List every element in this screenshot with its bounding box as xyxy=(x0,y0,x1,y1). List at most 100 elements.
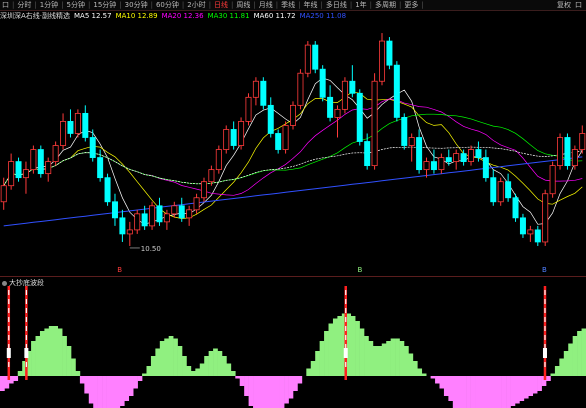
candle[interactable] xyxy=(297,69,304,110)
period-button-5[interactable]: 30分钟 xyxy=(123,0,150,10)
candle[interactable] xyxy=(430,149,437,174)
period-button-8[interactable]: 日线 xyxy=(212,0,230,10)
indicator-dot-icon xyxy=(2,280,7,286)
candle[interactable] xyxy=(327,85,334,122)
period-button-16[interactable]: 更多 xyxy=(402,0,420,10)
candle[interactable] xyxy=(67,109,74,138)
candle[interactable] xyxy=(30,145,37,174)
panel-divider[interactable] xyxy=(0,276,586,277)
toolbar-right-button-0[interactable]: 复权 xyxy=(555,0,573,10)
osc-bar xyxy=(53,326,59,376)
candle[interactable] xyxy=(22,161,29,194)
period-button-2[interactable]: 1分钟 xyxy=(38,0,60,10)
candle[interactable] xyxy=(111,193,118,226)
osc-bar xyxy=(372,346,378,376)
period-button-9[interactable]: 周线 xyxy=(234,0,252,10)
indicator-name[interactable]: 深圳深A右线·副线精选 xyxy=(0,11,74,21)
candle[interactable] xyxy=(571,145,578,170)
candle[interactable] xyxy=(134,209,141,234)
period-button-13[interactable]: 多日线 xyxy=(324,0,349,10)
candle[interactable] xyxy=(438,153,445,174)
candle[interactable] xyxy=(319,65,326,102)
candle[interactable] xyxy=(37,145,44,178)
period-button-12[interactable]: 年线 xyxy=(301,0,319,10)
period-button-14[interactable]: 1年 xyxy=(353,0,368,10)
candle[interactable] xyxy=(527,225,534,242)
period-button-7[interactable]: 2小时 xyxy=(185,0,207,10)
candle[interactable] xyxy=(356,89,363,146)
candle[interactable] xyxy=(215,145,222,174)
candle[interactable] xyxy=(534,225,541,246)
indicator-chart[interactable] xyxy=(0,286,586,408)
candle[interactable] xyxy=(238,117,245,150)
osc-bar xyxy=(306,368,312,376)
candle[interactable] xyxy=(341,77,348,114)
candle[interactable] xyxy=(74,109,81,138)
candle[interactable] xyxy=(230,121,237,150)
candle[interactable] xyxy=(89,129,96,162)
period-button-3[interactable]: 5分钟 xyxy=(65,0,87,10)
candle[interactable] xyxy=(245,93,252,126)
candle[interactable] xyxy=(126,221,133,246)
candle[interactable] xyxy=(8,153,15,190)
candle[interactable] xyxy=(468,145,475,166)
candle[interactable] xyxy=(104,173,111,206)
candle[interactable] xyxy=(386,37,393,70)
candle[interactable] xyxy=(579,125,586,154)
period-button-10[interactable]: 月线 xyxy=(257,0,275,10)
candle[interactable] xyxy=(564,133,571,170)
candle[interactable] xyxy=(223,125,230,154)
candle[interactable] xyxy=(119,209,126,242)
candle[interactable] xyxy=(371,73,378,170)
period-button-11[interactable]: 季线 xyxy=(279,0,297,10)
candle[interactable] xyxy=(505,173,512,202)
kline-chart[interactable]: 10.50 B B B xyxy=(0,21,586,274)
candle[interactable] xyxy=(401,113,408,150)
osc-bar xyxy=(403,346,409,376)
candle[interactable] xyxy=(200,177,207,202)
period-button-4[interactable]: 15分钟 xyxy=(91,0,118,10)
candle[interactable] xyxy=(349,65,356,98)
candle[interactable] xyxy=(482,149,489,182)
candle[interactable] xyxy=(304,41,311,78)
candle[interactable] xyxy=(45,157,52,182)
candle[interactable] xyxy=(416,129,423,174)
candle[interactable] xyxy=(186,205,193,226)
candle[interactable] xyxy=(171,201,178,218)
candle[interactable] xyxy=(193,193,200,214)
candle[interactable] xyxy=(497,177,504,206)
candle[interactable] xyxy=(267,97,274,138)
candle[interactable] xyxy=(423,157,430,178)
candle[interactable] xyxy=(156,197,163,226)
period-button-1[interactable]: 分时 xyxy=(15,0,33,10)
candle[interactable] xyxy=(379,33,386,86)
candle[interactable] xyxy=(252,77,259,106)
candle[interactable] xyxy=(282,121,289,154)
candle[interactable] xyxy=(475,141,482,162)
period-button-15[interactable]: 多周期 xyxy=(373,0,398,10)
candle[interactable] xyxy=(290,101,296,130)
candle[interactable] xyxy=(82,105,89,142)
candle[interactable] xyxy=(60,113,67,150)
bottom-signal[interactable] xyxy=(542,286,547,380)
candle[interactable] xyxy=(149,201,156,230)
candle[interactable] xyxy=(460,149,467,166)
candle[interactable] xyxy=(490,169,497,206)
candle[interactable] xyxy=(312,41,319,74)
candle[interactable] xyxy=(512,193,519,222)
period-button-6[interactable]: 60分钟 xyxy=(154,0,181,10)
candle[interactable] xyxy=(408,133,415,162)
toolbar-right-button-1[interactable]: 口 xyxy=(573,0,584,10)
candle[interactable] xyxy=(453,149,460,170)
osc-bar xyxy=(355,321,360,376)
candle[interactable] xyxy=(275,129,282,154)
candle[interactable] xyxy=(393,61,400,122)
candle[interactable] xyxy=(15,157,22,182)
candle[interactable] xyxy=(549,161,556,198)
bottom-signal[interactable] xyxy=(6,286,11,380)
candle[interactable] xyxy=(557,133,564,170)
candle[interactable] xyxy=(542,189,549,246)
candle[interactable] xyxy=(260,77,267,110)
candle[interactable] xyxy=(519,213,526,238)
period-button-0[interactable]: 口 xyxy=(0,0,11,10)
